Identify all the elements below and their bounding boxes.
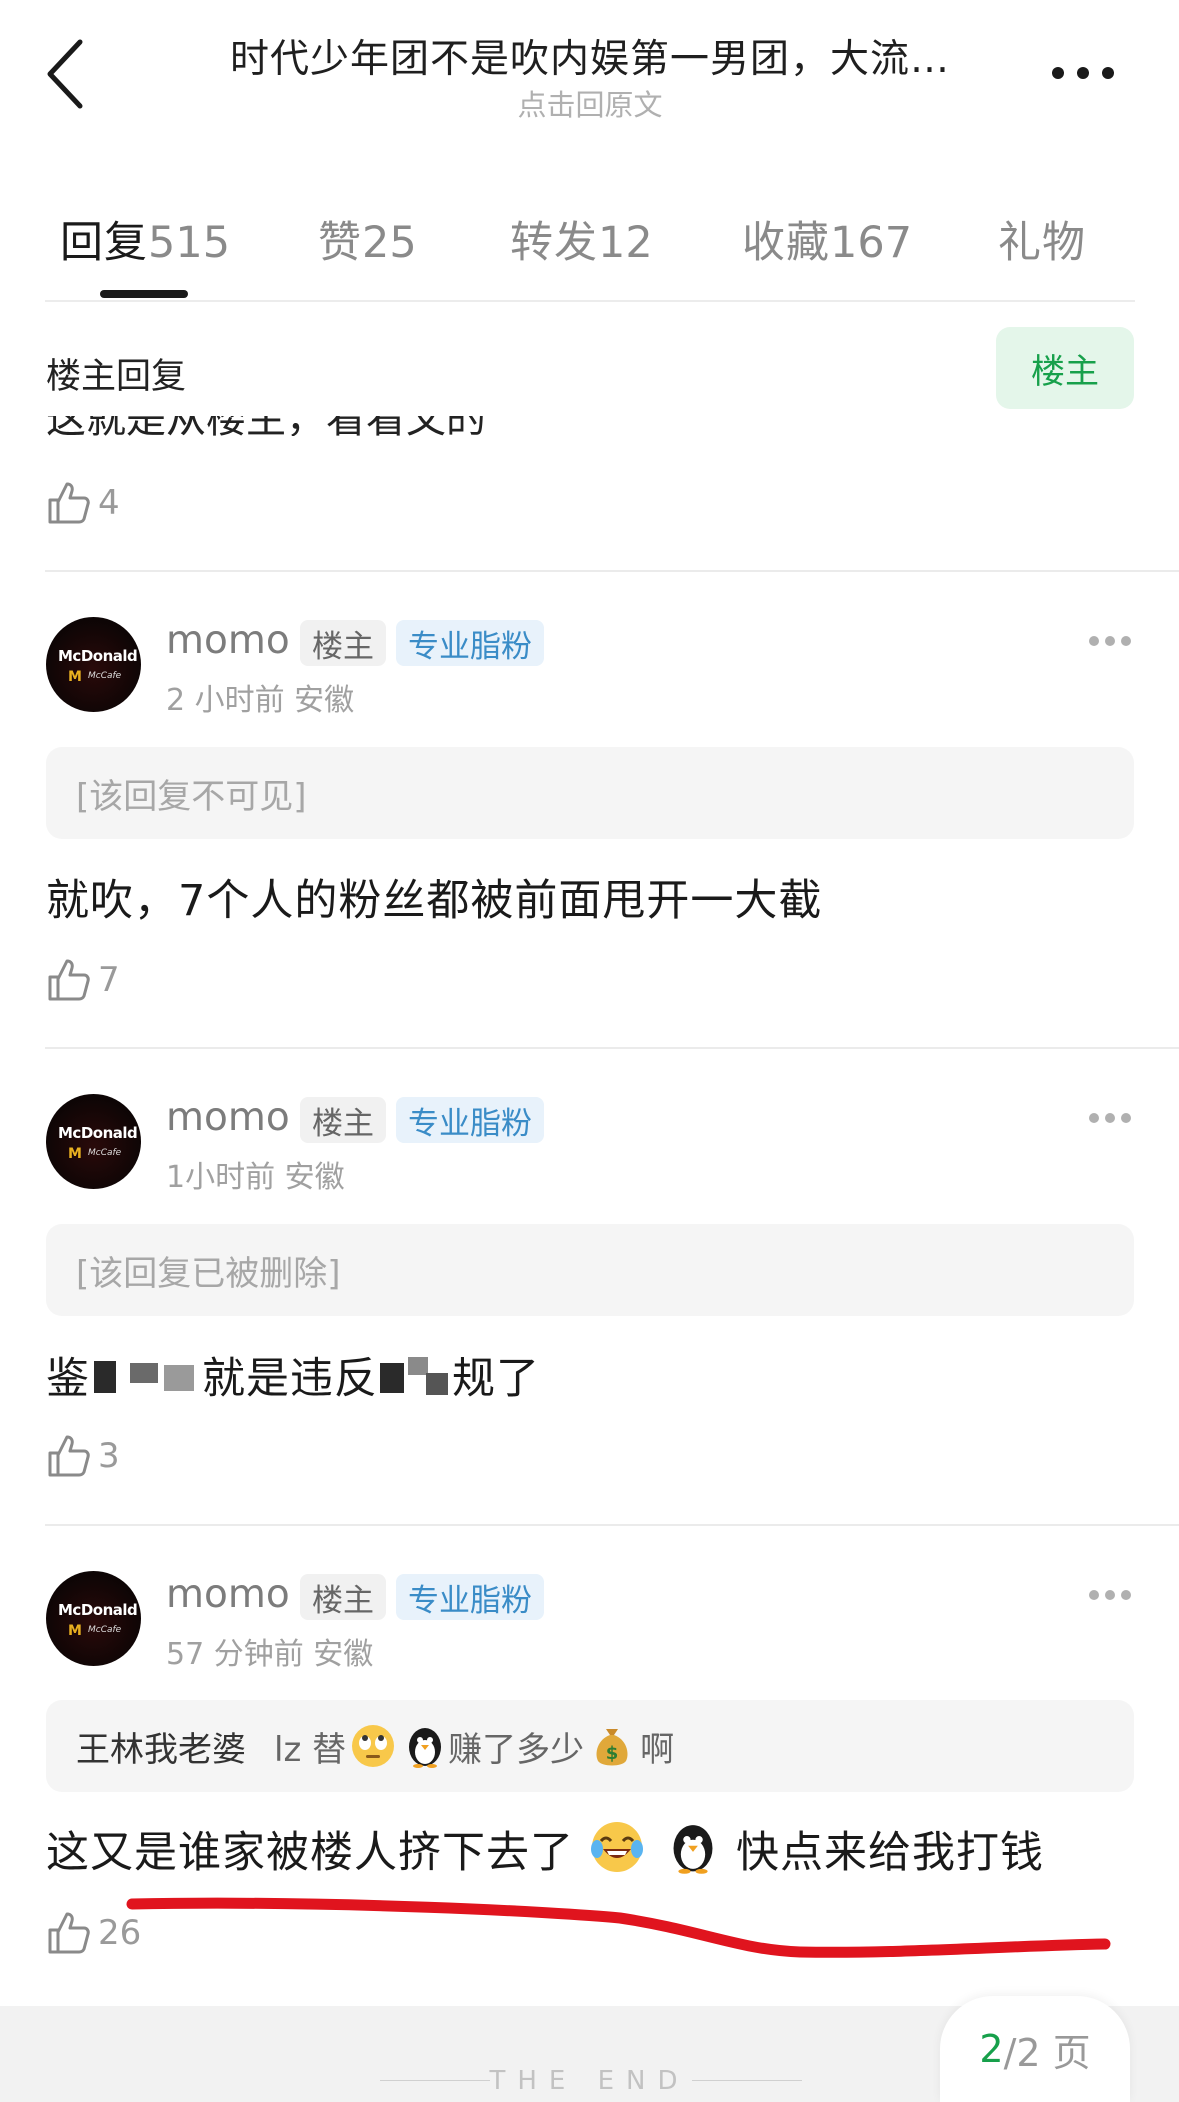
comment-text: 鉴 就是违反 规了 xyxy=(46,1354,540,1404)
like-icon xyxy=(48,1435,90,1477)
comment-meta: 1小时前 安徽 xyxy=(166,1160,345,1195)
like-count: 3 xyxy=(98,1436,120,1476)
owner-only-toggle[interactable]: 楼主 xyxy=(996,327,1134,409)
redacted-text xyxy=(378,1355,452,1399)
comment-text: 这又是谁家被楼人挤下去了 快点来给我打钱 xyxy=(46,1818,1044,1880)
active-tab-indicator xyxy=(100,290,188,298)
comment-divider xyxy=(45,1524,1179,1526)
tab-likes[interactable]: 赞25 xyxy=(318,208,417,270)
owner-badge: 楼主 xyxy=(300,1097,386,1143)
username[interactable]: momo xyxy=(166,1095,290,1140)
svg-text:$: $ xyxy=(606,1743,619,1764)
more-icon[interactable] xyxy=(1088,634,1132,648)
fan-badge[interactable]: 专业脂粉 xyxy=(396,1574,544,1620)
red-underline-annotation xyxy=(126,1897,1111,1958)
avatar[interactable]: McDonald M McCafe xyxy=(46,1094,141,1189)
laughing-tears-icon xyxy=(590,1822,643,1872)
like-button[interactable]: 4 xyxy=(46,478,120,528)
more-icon[interactable] xyxy=(1088,1111,1132,1125)
avatar[interactable]: McDonald M McCafe xyxy=(46,617,141,712)
owner-replies-heading: 楼主回复 xyxy=(46,357,187,397)
fan-badge[interactable]: 专业脂粉 xyxy=(396,1097,544,1143)
like-count: 7 xyxy=(98,960,120,1000)
redacted-text xyxy=(90,1355,202,1399)
money-bag-icon: $ xyxy=(596,1729,628,1766)
like-icon xyxy=(48,482,90,524)
rolling-eyes-icon xyxy=(352,1725,395,1767)
comment-meta: 2 小时前 安徽 xyxy=(166,683,355,718)
like-button[interactable]: 3 xyxy=(46,1431,120,1481)
quoted-reply[interactable]: 王林我老婆 lz 替 赚了多少 $ 啊 xyxy=(46,1700,1134,1792)
post-title[interactable]: 时代少年团不是吹内娱第一男团，大流… xyxy=(160,28,1020,84)
comment-divider xyxy=(45,570,1179,572)
owner-badge: 楼主 xyxy=(300,620,386,666)
tabs-divider xyxy=(45,300,1135,302)
truncated-previous-text: 这就是从楼主，看看文的 xyxy=(46,416,646,436)
tab-gifts[interactable]: 礼物 xyxy=(998,208,1086,270)
like-count: 4 xyxy=(98,483,120,523)
username[interactable]: momo xyxy=(166,618,290,663)
fan-badge[interactable]: 专业脂粉 xyxy=(396,620,544,666)
tab-reposts[interactable]: 转发12 xyxy=(510,208,653,270)
comment-meta: 57 分钟前 安徽 xyxy=(166,1637,374,1672)
comment-text: 就吹，7个人的粉丝都被前面甩开一大截 xyxy=(46,876,823,926)
owner-badge: 楼主 xyxy=(300,1574,386,1620)
avatar[interactable]: McDonald M McCafe xyxy=(46,1571,141,1666)
quoted-reply[interactable]: [该回复已被删除] xyxy=(46,1224,1134,1316)
quoted-username[interactable]: 王林我老婆 xyxy=(76,1722,246,1771)
comment-divider xyxy=(45,1047,1179,1049)
tab-replies[interactable]: 回复515 xyxy=(60,208,230,270)
penguin-icon xyxy=(673,1825,713,1874)
penguin-icon xyxy=(409,1728,442,1768)
back-icon[interactable] xyxy=(40,36,100,112)
more-icon[interactable] xyxy=(1050,58,1116,88)
more-icon[interactable] xyxy=(1088,1588,1132,1602)
tab-favorites[interactable]: 收藏167 xyxy=(742,208,912,270)
page-indicator[interactable]: 2/2 页 xyxy=(940,1996,1130,2102)
quoted-reply[interactable]: [该回复不可见] xyxy=(46,747,1134,839)
username[interactable]: momo xyxy=(166,1572,290,1617)
like-icon xyxy=(48,959,90,1001)
back-to-original-link[interactable]: 点击回原文 xyxy=(160,82,1020,124)
like-button[interactable]: 7 xyxy=(46,955,120,1005)
